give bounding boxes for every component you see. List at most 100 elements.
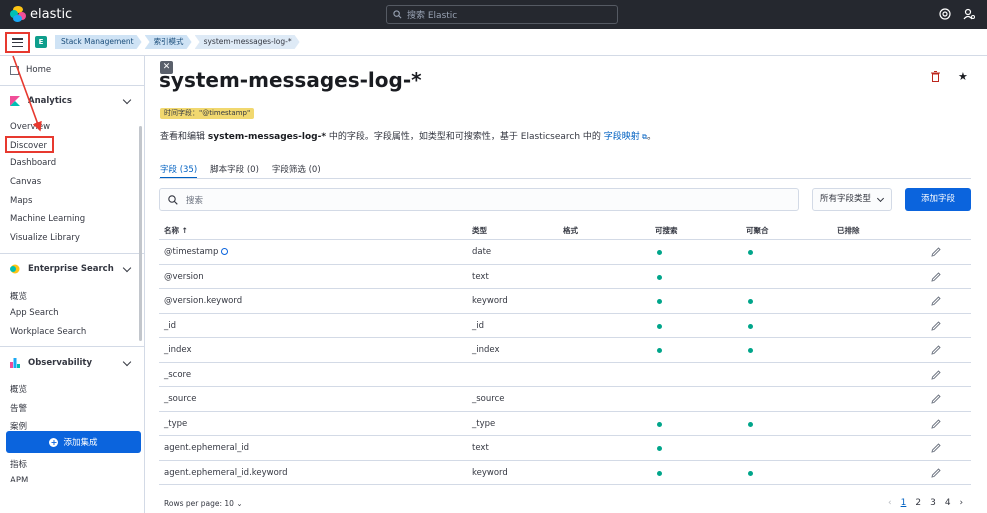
sidebar-item-workplace-search[interactable]: Workplace Search (10, 327, 86, 337)
add-field-button[interactable]: 添加字段 (905, 188, 971, 211)
menu-toggle-button[interactable] (5, 32, 30, 53)
searchable-dot-icon (657, 274, 662, 280)
field-name-text: @timestamp (164, 247, 219, 257)
add-integrations-label: 添加集成 (63, 438, 98, 448)
field-name: _index (164, 345, 192, 355)
page-description: 查看和编辑 system-messages-log-* 中的字段。字段属性，如类… (160, 129, 656, 142)
field-name-text: _type (164, 418, 188, 429)
field-type-value: 所有字段类型 (820, 194, 872, 204)
next-page-icon[interactable]: › (960, 498, 964, 508)
chevron-down-icon (122, 95, 132, 105)
field-name-text: @version.keyword (164, 296, 243, 306)
field-name: _type (164, 419, 187, 429)
aggregatable-dot-icon (748, 470, 753, 476)
pencil-icon[interactable] (931, 247, 941, 257)
sidebar-item-maps[interactable]: Maps (10, 196, 32, 206)
pencil-icon[interactable] (931, 320, 941, 331)
sidebar-group-observability[interactable]: Observability (10, 357, 132, 368)
pencil-icon[interactable] (931, 345, 941, 355)
table-row: @version text (159, 265, 971, 289)
sidebar-group-analytics[interactable]: Analytics (10, 95, 132, 106)
sidebar-item-app-search[interactable]: App Search (10, 308, 59, 318)
trash-icon[interactable] (931, 71, 940, 82)
help-icon[interactable] (939, 8, 951, 20)
global-search-input[interactable]: 搜索 Elastic (386, 5, 618, 24)
elastic-logo[interactable]: elastic (10, 6, 72, 22)
user-settings-icon[interactable] (963, 8, 975, 20)
searchable-dot-icon (657, 446, 662, 451)
pencil-icon[interactable] (931, 467, 941, 478)
space-avatar[interactable]: E (35, 36, 47, 48)
column-header-excluded[interactable]: 已排除 (837, 225, 860, 236)
aggregatable-dot-icon (748, 323, 753, 329)
sidebar-item-dashboard[interactable]: Dashboard (10, 158, 56, 168)
table-row: agent.ephemeral_id.keyword keyword (159, 461, 971, 485)
searchable-dot-icon (657, 348, 662, 353)
page-3[interactable]: 3 (930, 498, 936, 508)
chevron-down-icon (876, 194, 885, 203)
sidebar-item-canvas[interactable]: Canvas (10, 177, 41, 187)
table-row: agent.ephemeral_id text (159, 436, 971, 461)
tab-scripted-fields[interactable]: 脚本字段 (0) (210, 158, 259, 179)
field-type: date (472, 247, 492, 257)
page-4[interactable]: 4 (945, 498, 951, 508)
breadcrumb-stack-management[interactable]: Stack Management (55, 35, 142, 49)
pencil-icon[interactable] (931, 394, 941, 404)
field-name-text: _source (164, 394, 197, 404)
tab-fields[interactable]: 字段 (35) (160, 158, 198, 179)
pencil-icon[interactable] (931, 271, 941, 282)
field-name: agent.ephemeral_id (164, 443, 249, 453)
page-2[interactable]: 2 (915, 498, 921, 508)
searchable-dot-icon (657, 470, 662, 476)
divider (0, 85, 145, 86)
prev-page-icon[interactable]: ‹ (888, 498, 892, 508)
sidebar-item-obs-overview[interactable]: 概览 (10, 383, 27, 395)
sidebar-item-apm[interactable]: APM (10, 476, 28, 482)
rows-per-page-select[interactable]: Rows per page: 10 ⌄ (164, 499, 243, 508)
breadcrumb-index-patterns[interactable]: 索引模式 (145, 35, 192, 49)
sidebar-item-overview[interactable]: Overview (10, 122, 50, 132)
kibana-icon (10, 96, 20, 106)
star-icon[interactable]: ★ (958, 71, 969, 82)
pencil-icon[interactable] (931, 369, 941, 380)
enterprise-search-icon (10, 264, 20, 274)
searchable-dot-icon (657, 421, 662, 427)
sidebar-item-home[interactable]: Home (10, 65, 51, 75)
sidebar-group-enterprise-search[interactable]: Enterprise Search (10, 263, 132, 274)
plus-icon: + (49, 437, 59, 447)
desc-text-pre: 查看和编辑 (160, 132, 208, 142)
field-type-select[interactable]: 所有字段类型 (812, 188, 892, 211)
field-name: _id (164, 321, 176, 331)
logo-text: elastic (30, 6, 73, 22)
top-header: elastic 搜索 Elastic (0, 0, 987, 29)
sidebar-item-machine-learning[interactable]: Machine Learning (10, 214, 85, 224)
pencil-icon[interactable] (931, 296, 941, 306)
field-mapping-link[interactable]: 字段映射 (604, 132, 640, 142)
column-header-format[interactable]: 格式 (563, 225, 578, 236)
sidebar-item-alerts[interactable]: 告警 (10, 402, 27, 414)
tab-field-filters[interactable]: 字段筛选 (0) (272, 158, 321, 179)
field-name-text: _score (164, 369, 192, 380)
table-row: _id _id (159, 314, 971, 338)
table-row: @timestamp date (159, 240, 971, 265)
aggregatable-dot-icon (748, 421, 753, 427)
sidebar-scrollbar[interactable] (139, 126, 142, 341)
table-row: _score (159, 363, 971, 387)
sidebar-item-metrics[interactable]: 指标 (10, 458, 27, 470)
add-integrations-button[interactable]: + 添加集成 (6, 431, 141, 453)
aggregatable-dot-icon (748, 348, 753, 353)
timestamp-badge: 时间字段："@timestamp" (160, 108, 255, 119)
field-search-input[interactable]: 搜索 (159, 188, 799, 211)
pencil-icon[interactable] (931, 443, 941, 453)
elastic-logo-icon (10, 6, 26, 22)
table-row: @version.keyword keyword (159, 289, 971, 314)
searchable-dot-icon (657, 250, 662, 255)
column-header-name[interactable]: 名称 ↑ (164, 225, 188, 236)
page-1[interactable]: 1 (901, 498, 907, 508)
column-header-aggregatable[interactable]: 可聚合 (746, 225, 769, 236)
column-header-type[interactable]: 类型 (472, 225, 487, 236)
column-header-searchable[interactable]: 可搜索 (655, 225, 678, 236)
sidebar-item-overview-es[interactable]: 概览 (10, 290, 27, 302)
pencil-icon[interactable] (931, 418, 941, 429)
sidebar-item-visualize-library[interactable]: Visualize Library (10, 233, 80, 243)
